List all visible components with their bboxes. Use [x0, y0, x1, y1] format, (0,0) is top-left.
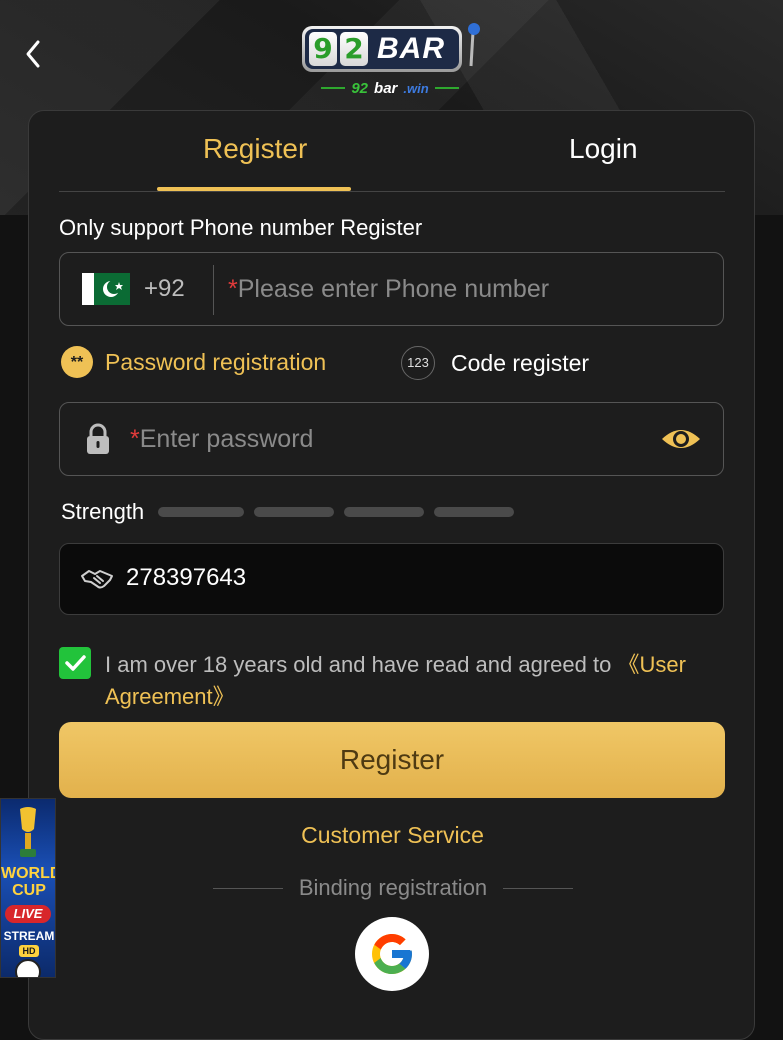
logo-domain-name: bar [374, 79, 398, 97]
logo-text: BAR [377, 32, 445, 65]
tab-register[interactable]: Register [203, 133, 307, 165]
world-cup-live-stream-banner[interactable]: WORLD CUP LIVE STREAM HD [0, 798, 56, 978]
password-placeholder-text: Enter password [139, 425, 314, 453]
agreement-checkbox[interactable] [59, 647, 91, 679]
strength-bar [344, 507, 425, 517]
phone-placeholder-text: Please enter Phone number [237, 275, 550, 303]
code-option-label: Code register [451, 349, 590, 376]
auth-tabs: Register Login [59, 111, 725, 192]
invite-code-value[interactable]: 278397643 [126, 564, 246, 592]
soccer-ball-icon [15, 959, 41, 977]
required-mark: * [228, 275, 238, 303]
live-badge: LIVE [5, 905, 51, 923]
customer-service-link[interactable]: Customer Service [29, 822, 756, 849]
hd-badge: HD [19, 945, 39, 957]
register-note: Only support Phone number Register [59, 215, 423, 240]
strength-bar [434, 507, 515, 517]
stream-label: STREAM [3, 929, 55, 943]
logo-reel: 2 [340, 32, 368, 66]
password-placeholder[interactable]: *Enter password [130, 425, 313, 454]
handshake-icon [81, 570, 113, 589]
promo-title-line2: CUP [12, 882, 46, 899]
field-divider [213, 265, 214, 315]
password-strength: Strength [61, 499, 524, 525]
phone-field[interactable]: +92 *Please enter Phone number [59, 252, 724, 326]
strength-bar [254, 507, 335, 517]
agreement-text: I am over 18 years old and have read and… [105, 649, 725, 713]
checkmark-icon [65, 655, 86, 671]
strength-bar [158, 507, 245, 517]
register-button[interactable]: Register [59, 722, 725, 798]
google-icon [372, 934, 412, 974]
password-registration-option[interactable]: ** Password registration [61, 346, 326, 378]
register-panel: Register Login Only support Phone number… [28, 110, 755, 1040]
binding-registration-divider: Binding registration [203, 875, 583, 901]
trophy-icon [20, 807, 36, 857]
tab-login[interactable]: Login [569, 133, 638, 165]
strength-label: Strength [61, 499, 145, 524]
password-field[interactable]: *Enter password [59, 402, 724, 476]
google-login-button[interactable] [355, 917, 429, 991]
pakistan-flag-icon[interactable] [82, 273, 130, 305]
password-option-icon: ** [61, 346, 93, 378]
code-register-option[interactable]: 123 Code register [401, 346, 589, 380]
logo-domain-number: 92 [351, 79, 369, 97]
eye-icon[interactable] [660, 425, 702, 453]
invite-code-field[interactable]: 278397643 [59, 543, 724, 615]
back-arrow-icon [26, 40, 40, 68]
promo-title-line1: WORLD [1, 865, 56, 882]
phone-placeholder[interactable]: *Please enter Phone number [228, 275, 549, 304]
required-mark: * [130, 425, 140, 453]
promo-title: WORLD CUP [1, 865, 56, 899]
logo-domain-tld: .win [403, 80, 429, 96]
back-button[interactable] [20, 36, 50, 72]
password-option-label: Password registration [105, 348, 327, 375]
app-logo: 9 2 BAR 92 bar .win [298, 22, 488, 100]
country-code[interactable]: +92 [144, 275, 185, 303]
logo-badge: 9 2 BAR [302, 26, 462, 72]
logo-domain: 92 bar .win [316, 78, 464, 98]
code-option-icon: 123 [401, 346, 435, 380]
agreement-statement: I am over 18 years old and have read and… [105, 652, 618, 677]
logo-reel: 9 [309, 32, 337, 66]
binding-registration-label: Binding registration [298, 875, 488, 900]
lock-icon [87, 423, 109, 454]
slot-lever-icon [468, 23, 480, 67]
active-tab-indicator [157, 187, 351, 191]
